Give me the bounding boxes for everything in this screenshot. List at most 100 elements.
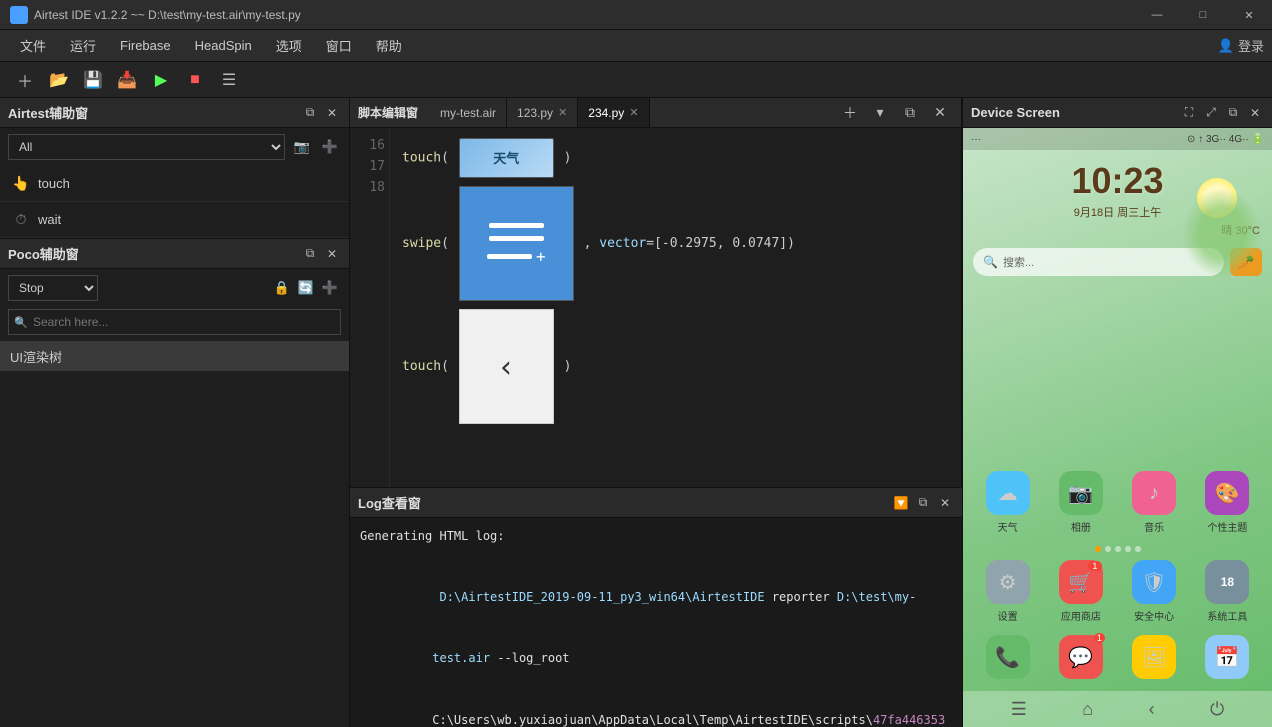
ui-tree-label: UI渲染树 bbox=[10, 347, 62, 366]
login-label[interactable]: 登录 bbox=[1238, 36, 1264, 55]
phone-app-weather[interactable]: ☁ 天气 bbox=[980, 471, 1035, 534]
tab-123py-close[interactable]: ✕ bbox=[558, 106, 567, 119]
poco-mode-select[interactable]: Stop bbox=[8, 275, 98, 301]
editor-close[interactable]: ✕ bbox=[927, 100, 953, 126]
device-restore-btn[interactable]: ⧉ bbox=[1224, 104, 1242, 122]
phone-app-cal[interactable]: 📅 bbox=[1200, 635, 1255, 683]
phone-app-theme[interactable]: 🎨 个性主题 bbox=[1200, 471, 1255, 534]
editor-restore[interactable]: ⧉ bbox=[897, 100, 923, 126]
phone-app-album[interactable]: 📷 相册 bbox=[1053, 471, 1108, 534]
phone-app-music[interactable]: ♪ 音乐 bbox=[1127, 471, 1182, 534]
script-editor-panel: 脚本编辑窗 my-test.air 123.py ✕ 234.py ✕ ＋ bbox=[350, 98, 962, 487]
phone-status-right: ⊙ ↑ 3G·· 4G·· 🔋 bbox=[1187, 134, 1264, 145]
menu-run[interactable]: 运行 bbox=[58, 32, 108, 59]
log-close-btn[interactable]: ✕ bbox=[936, 494, 954, 512]
phone-apps-row3: 📞 💬 1 🖼 📅 bbox=[963, 631, 1272, 691]
poco-search-wrap: 🔍 bbox=[8, 309, 341, 335]
nav-back-icon[interactable]: ‹ bbox=[1149, 699, 1155, 720]
airtest-function-list: 👆 touch ⏱ wait bbox=[0, 166, 349, 238]
code-line-18: touch( ‹ ) bbox=[402, 307, 949, 426]
log-restore-btn[interactable]: ⧉ bbox=[914, 494, 932, 512]
script-editor-header: 脚本编辑窗 my-test.air 123.py ✕ 234.py ✕ ＋ bbox=[350, 98, 961, 128]
phone-app-phone[interactable]: 📞 bbox=[980, 635, 1035, 683]
album-app-label: 相册 bbox=[1071, 519, 1091, 534]
code-line-17: swipe( + , vec bbox=[402, 184, 949, 303]
nav-power-icon[interactable]: ⏻ bbox=[1210, 699, 1224, 720]
screenshot-menu: + bbox=[459, 186, 574, 301]
maximize-button[interactable]: □ bbox=[1180, 0, 1226, 30]
save-as-button[interactable]: 📥 bbox=[112, 66, 142, 94]
log-line-0: Generating HTML log: bbox=[360, 526, 952, 546]
store-icon-wrapper: 🛒 1 bbox=[1059, 560, 1103, 604]
settings-app-label: 设置 bbox=[998, 608, 1018, 623]
save-button[interactable]: 💾 bbox=[78, 66, 108, 94]
log-line-3: test.air --log_root bbox=[360, 628, 952, 689]
phone-app-settings[interactable]: ⚙ 设置 bbox=[980, 560, 1035, 623]
run-button[interactable]: ▶ bbox=[146, 66, 176, 94]
poco-lock-btn[interactable]: 🔒 bbox=[271, 277, 293, 299]
close-button[interactable]: ✕ bbox=[1226, 0, 1272, 30]
new-file-button[interactable]: ＋ bbox=[10, 66, 40, 94]
poco-icon-group: 🔒 🔄 ➕ bbox=[271, 277, 341, 299]
phone-app-gallery[interactable]: 🖼 bbox=[1127, 635, 1182, 683]
phone-app-store[interactable]: 🛒 1 应用商店 bbox=[1053, 560, 1108, 623]
tab-234py[interactable]: 234.py ✕ bbox=[578, 98, 649, 127]
ui-tree-item[interactable]: UI渲染树 bbox=[0, 341, 349, 371]
open-file-button[interactable]: 📂 bbox=[44, 66, 74, 94]
airtest-wait-item[interactable]: ⏱ wait bbox=[0, 202, 349, 238]
center-panel: 脚本编辑窗 my-test.air 123.py ✕ 234.py ✕ ＋ bbox=[350, 98, 962, 727]
poco-search-input[interactable] bbox=[8, 309, 341, 335]
weather-app-label: 天气 bbox=[998, 519, 1018, 534]
phone-status-bar: ··· ⊙ ↑ 3G·· 4G·· 🔋 bbox=[963, 128, 1272, 150]
minimize-button[interactable]: — bbox=[1134, 0, 1180, 30]
nav-home-icon[interactable]: ⌂ bbox=[1082, 699, 1093, 720]
tab-123py[interactable]: 123.py ✕ bbox=[507, 98, 578, 127]
airtest-touch-item[interactable]: 👆 touch bbox=[0, 166, 349, 202]
page-dot-4 bbox=[1135, 546, 1141, 552]
poco-helper-restore[interactable]: ⧉ bbox=[301, 245, 319, 263]
device-fit-btn[interactable]: ⤢ bbox=[1202, 104, 1220, 122]
device-fullscreen-btn[interactable]: ⛶ bbox=[1180, 104, 1198, 122]
poco-refresh-btn[interactable]: 🔄 bbox=[295, 277, 317, 299]
phone-app-tools[interactable]: 18 系统工具 bbox=[1200, 560, 1255, 623]
left-panel: Airtest辅助窗 ⧉ ✕ All 📷 ➕ 👆 touch bbox=[0, 98, 350, 727]
nav-menu-icon[interactable]: ☰ bbox=[1011, 699, 1027, 720]
code-content[interactable]: touch( 天气 ) swipe( bbox=[390, 128, 961, 487]
tab-my-test-air[interactable]: my-test.air bbox=[430, 98, 507, 127]
security-app-icon: 🛡 bbox=[1132, 560, 1176, 604]
security-app-label: 安全中心 bbox=[1134, 608, 1174, 623]
phone-app-security[interactable]: 🛡 安全中心 bbox=[1127, 560, 1182, 623]
poco-helper-header: Poco辅助窗 ⧉ ✕ bbox=[0, 239, 349, 269]
airtest-screenshot-btn[interactable]: 📷 bbox=[291, 136, 313, 158]
phone-bottom-nav: ☰ ⌂ ‹ ⏻ bbox=[963, 691, 1272, 727]
menu-firebase[interactable]: Firebase bbox=[108, 34, 183, 57]
add-tab-button[interactable]: ＋ bbox=[837, 100, 863, 126]
tab-menu-button[interactable]: ▾ bbox=[867, 100, 893, 126]
page-dot-3 bbox=[1125, 546, 1131, 552]
airtest-filter-select[interactable]: All bbox=[8, 134, 285, 160]
airtest-helper-header: Airtest辅助窗 ⧉ ✕ bbox=[0, 98, 349, 128]
poco-add-btn[interactable]: ➕ bbox=[319, 277, 341, 299]
msg-badge: 1 bbox=[1094, 633, 1105, 643]
poco-helper-close[interactable]: ✕ bbox=[323, 245, 341, 263]
airtest-helper-restore[interactable]: ⧉ bbox=[301, 104, 319, 122]
device-close-btn[interactable]: ✕ bbox=[1246, 104, 1264, 122]
phone-app-msg[interactable]: 💬 1 bbox=[1053, 635, 1108, 683]
page-dot-active bbox=[1095, 546, 1101, 552]
menu-extra-button[interactable]: ☰ bbox=[214, 66, 244, 94]
menu-options[interactable]: 选项 bbox=[264, 32, 314, 59]
menu-file[interactable]: 文件 bbox=[8, 32, 58, 59]
log-filter-btn[interactable]: 🔽 bbox=[892, 494, 910, 512]
page-dot-1 bbox=[1105, 546, 1111, 552]
touch-label: touch bbox=[38, 176, 70, 191]
airtest-helper-controls: ⧉ ✕ bbox=[301, 104, 341, 122]
menu-help[interactable]: 帮助 bbox=[364, 32, 414, 59]
stop-button[interactable]: ■ bbox=[180, 66, 210, 94]
airtest-helper-close[interactable]: ✕ bbox=[323, 104, 341, 122]
tab-234py-close[interactable]: ✕ bbox=[629, 106, 638, 119]
device-screen-header: Device Screen ⛶ ⤢ ⧉ ✕ bbox=[963, 98, 1272, 128]
menu-headspin[interactable]: HeadSpin bbox=[183, 34, 264, 57]
menu-window[interactable]: 窗口 bbox=[314, 32, 364, 59]
editor-tab-actions: ＋ ▾ ⧉ ✕ bbox=[837, 100, 953, 126]
airtest-add-btn[interactable]: ➕ bbox=[319, 136, 341, 158]
